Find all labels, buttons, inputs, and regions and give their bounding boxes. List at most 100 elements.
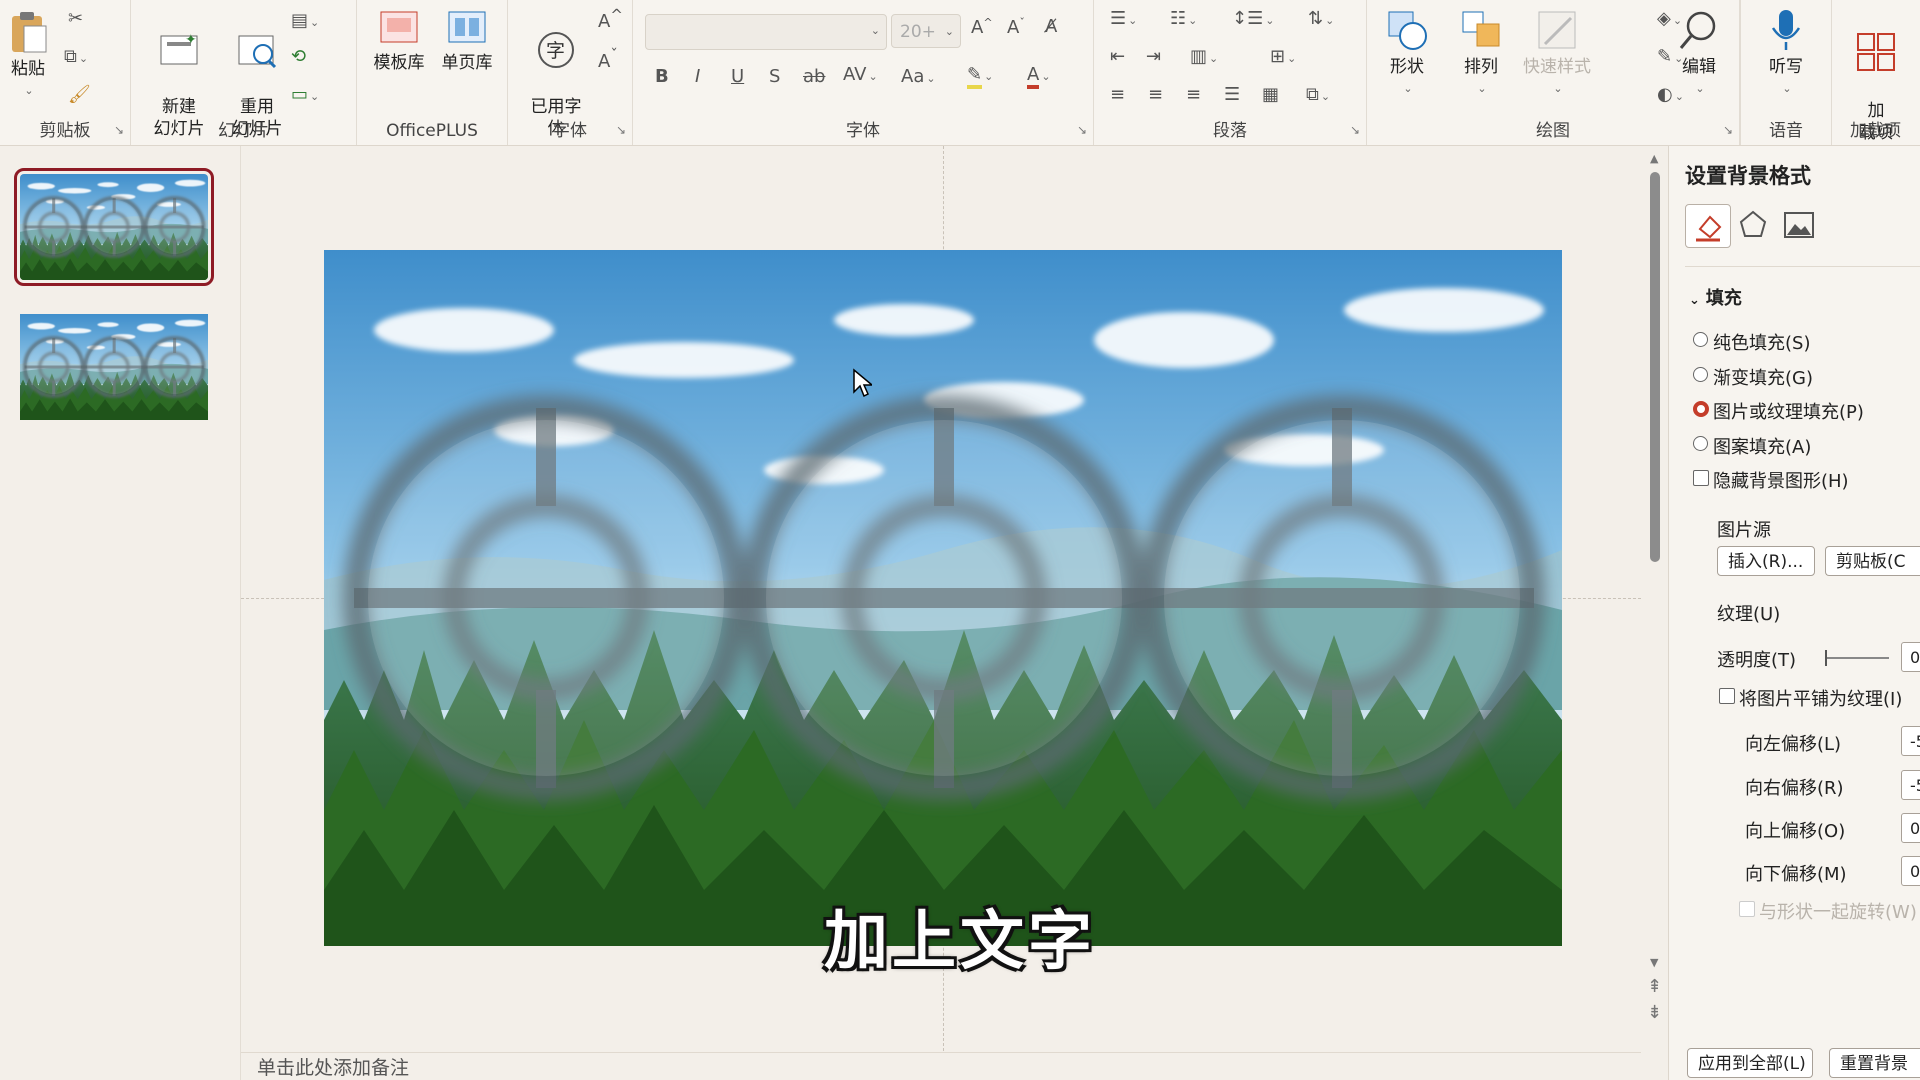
- scroll-up-icon[interactable]: ▲: [1650, 152, 1658, 165]
- align-left-icon[interactable]: ≡: [1110, 84, 1125, 105]
- section-icon[interactable]: ▭ ⌄: [291, 84, 319, 105]
- font-launcher-icon[interactable]: ↘: [1077, 123, 1087, 137]
- numbering-icon[interactable]: ☷ ⌄: [1170, 8, 1197, 29]
- texture-label: 纹理(U): [1717, 604, 1781, 625]
- gradient-fill-radio[interactable]: [1693, 367, 1708, 382]
- font-grow-icon[interactable]: A^: [971, 16, 993, 38]
- paste-dropdown-icon[interactable]: ⌄: [8, 80, 50, 102]
- rotate-with-shape-checkbox[interactable]: [1739, 901, 1755, 917]
- line-spacing-icon[interactable]: ↕☰ ⌄: [1232, 8, 1274, 29]
- font-shrink-small-icon[interactable]: Aˇ: [598, 46, 618, 72]
- dictate-label: 听写: [1769, 57, 1803, 77]
- drawing-launcher-icon[interactable]: ↘: [1723, 123, 1733, 137]
- used-fonts-icon: 字: [538, 32, 574, 68]
- text-direction-icon[interactable]: ⇅ ⌄: [1308, 8, 1334, 29]
- solid-fill-option[interactable]: 纯色填充(S): [1693, 329, 1811, 355]
- picture-fill-option[interactable]: 图片或纹理填充(P): [1693, 398, 1864, 424]
- transparency-input[interactable]: 0: [1901, 642, 1920, 672]
- slide-thumbnail-1[interactable]: [14, 168, 214, 286]
- svg-text:字: 字: [546, 40, 565, 62]
- search-icon: [1679, 11, 1716, 49]
- paragraph-launcher-icon[interactable]: ↘: [1350, 123, 1360, 137]
- italic-button[interactable]: I: [695, 66, 700, 87]
- transparency-value: 0: [1910, 648, 1920, 667]
- decrease-indent-icon[interactable]: ⇤: [1110, 46, 1125, 67]
- scroll-down-icon[interactable]: ▼: [1650, 956, 1658, 969]
- format-painter-icon[interactable]: 🖌: [68, 84, 91, 105]
- transparency-slider[interactable]: [1825, 650, 1889, 666]
- tile-picture-option[interactable]: 将图片平铺为纹理(I): [1719, 685, 1902, 711]
- notes-area[interactable]: 单击此处添加备注: [241, 1052, 1641, 1080]
- font-shrink-icon[interactable]: Aˇ: [1007, 16, 1025, 38]
- hide-bg-graphics-option[interactable]: 隐藏背景图形(H): [1693, 467, 1849, 493]
- offset-right-label: 向右偏移(R): [1745, 778, 1844, 799]
- align-center-icon[interactable]: ≡: [1148, 84, 1163, 105]
- bullets-icon[interactable]: ☰ ⌄: [1110, 8, 1137, 29]
- gradient-fill-option[interactable]: 渐变填充(G): [1693, 364, 1813, 390]
- reset-background-button[interactable]: 重置背景: [1829, 1048, 1920, 1078]
- dictate-button[interactable]: 听写 ⌄: [1753, 8, 1819, 100]
- layout-icon[interactable]: ▤ ⌄: [291, 10, 319, 31]
- quick-styles-button[interactable]: 快速样式 ⌄: [1507, 8, 1607, 100]
- font-grow-small-icon[interactable]: A^: [598, 6, 623, 32]
- microphone-icon: [1771, 10, 1801, 50]
- pattern-fill-radio[interactable]: [1693, 436, 1708, 451]
- offset-bottom-input[interactable]: 0: [1901, 856, 1920, 886]
- copy-icon[interactable]: ⧉ ⌄: [64, 46, 88, 67]
- highlight-color-icon[interactable]: ✎ ⌄: [967, 64, 993, 89]
- editing-button[interactable]: 编辑 ⌄: [1664, 8, 1734, 100]
- distributed-icon[interactable]: ▦: [1262, 84, 1279, 105]
- fill-section-header[interactable]: ⌄ 填充: [1689, 284, 1742, 310]
- text-shadow-button[interactable]: S: [769, 66, 780, 87]
- smartart-icon[interactable]: ⧉ ⌄: [1306, 84, 1330, 105]
- char-spacing-button[interactable]: AV ⌄: [843, 64, 878, 85]
- clipboard-launcher-icon[interactable]: ↘: [114, 123, 124, 137]
- next-slide-icon[interactable]: ⇟: [1647, 1002, 1662, 1023]
- font-color-icon[interactable]: A ⌄: [1027, 64, 1051, 89]
- justify-icon[interactable]: ☰: [1224, 84, 1240, 105]
- cut-icon[interactable]: ✂: [68, 8, 83, 29]
- underline-button[interactable]: U: [731, 66, 744, 87]
- template-library-button[interactable]: 模板库: [369, 8, 429, 74]
- offset-left-input[interactable]: -5: [1901, 726, 1920, 756]
- current-slide[interactable]: [324, 250, 1562, 946]
- fill-tab[interactable]: [1685, 204, 1731, 248]
- clear-formatting-icon[interactable]: A̸: [1045, 16, 1057, 37]
- template-library-icon: [380, 11, 418, 43]
- picture-fill-radio[interactable]: [1693, 401, 1709, 417]
- hide-bg-graphics-checkbox[interactable]: [1693, 470, 1709, 486]
- solid-fill-label: 纯色填充(S): [1713, 333, 1811, 354]
- apply-to-all-button[interactable]: 应用到全部(L): [1687, 1048, 1813, 1078]
- offset-right-input[interactable]: -5: [1901, 770, 1920, 800]
- insert-picture-button[interactable]: 插入(R)...: [1717, 546, 1815, 576]
- bold-button[interactable]: B: [655, 66, 669, 87]
- columns-icon[interactable]: ▥ ⌄: [1190, 46, 1218, 67]
- font-size-combo[interactable]: 20+ ⌄: [891, 14, 961, 48]
- picture-tab[interactable]: [1777, 204, 1821, 246]
- arrange-label: 排列: [1464, 57, 1498, 77]
- texture-picker[interactable]: [1863, 596, 1920, 626]
- font-name-combo[interactable]: ⌄: [645, 14, 887, 50]
- pattern-fill-option[interactable]: 图案填充(A): [1693, 433, 1811, 459]
- arrange-button[interactable]: 排列 ⌄: [1451, 8, 1511, 100]
- shapes-button[interactable]: 形状 ⌄: [1377, 8, 1437, 100]
- align-right-icon[interactable]: ≡: [1186, 84, 1201, 105]
- align-text-icon[interactable]: ⊞ ⌄: [1270, 46, 1296, 67]
- clipboard-button[interactable]: 剪贴板(C: [1825, 546, 1920, 576]
- single-page-library-button[interactable]: 单页库: [437, 8, 497, 74]
- effects-tab[interactable]: [1731, 204, 1775, 246]
- strikethrough-button[interactable]: ab: [803, 66, 825, 87]
- change-case-button[interactable]: Aa ⌄: [901, 66, 936, 87]
- rotate-with-shape-option[interactable]: 与形状一起旋转(W): [1739, 898, 1917, 924]
- previous-slide-icon[interactable]: ⇞: [1647, 976, 1662, 997]
- solid-fill-radio[interactable]: [1693, 332, 1708, 347]
- reset-slide-icon[interactable]: ⟲: [291, 46, 306, 67]
- paste-button[interactable]: 粘贴 ⌄: [6, 8, 50, 102]
- used-fonts-launcher-icon[interactable]: ↘: [616, 123, 626, 137]
- slide-vertical-scrollbar[interactable]: ▲ ▼ ⇞ ⇟: [1644, 146, 1666, 1080]
- increase-indent-icon[interactable]: ⇥: [1146, 46, 1161, 67]
- scrollbar-thumb[interactable]: [1650, 172, 1660, 562]
- offset-top-input[interactable]: 0: [1901, 813, 1920, 843]
- slide-thumbnail-2[interactable]: [20, 314, 208, 420]
- tile-picture-checkbox[interactable]: [1719, 688, 1735, 704]
